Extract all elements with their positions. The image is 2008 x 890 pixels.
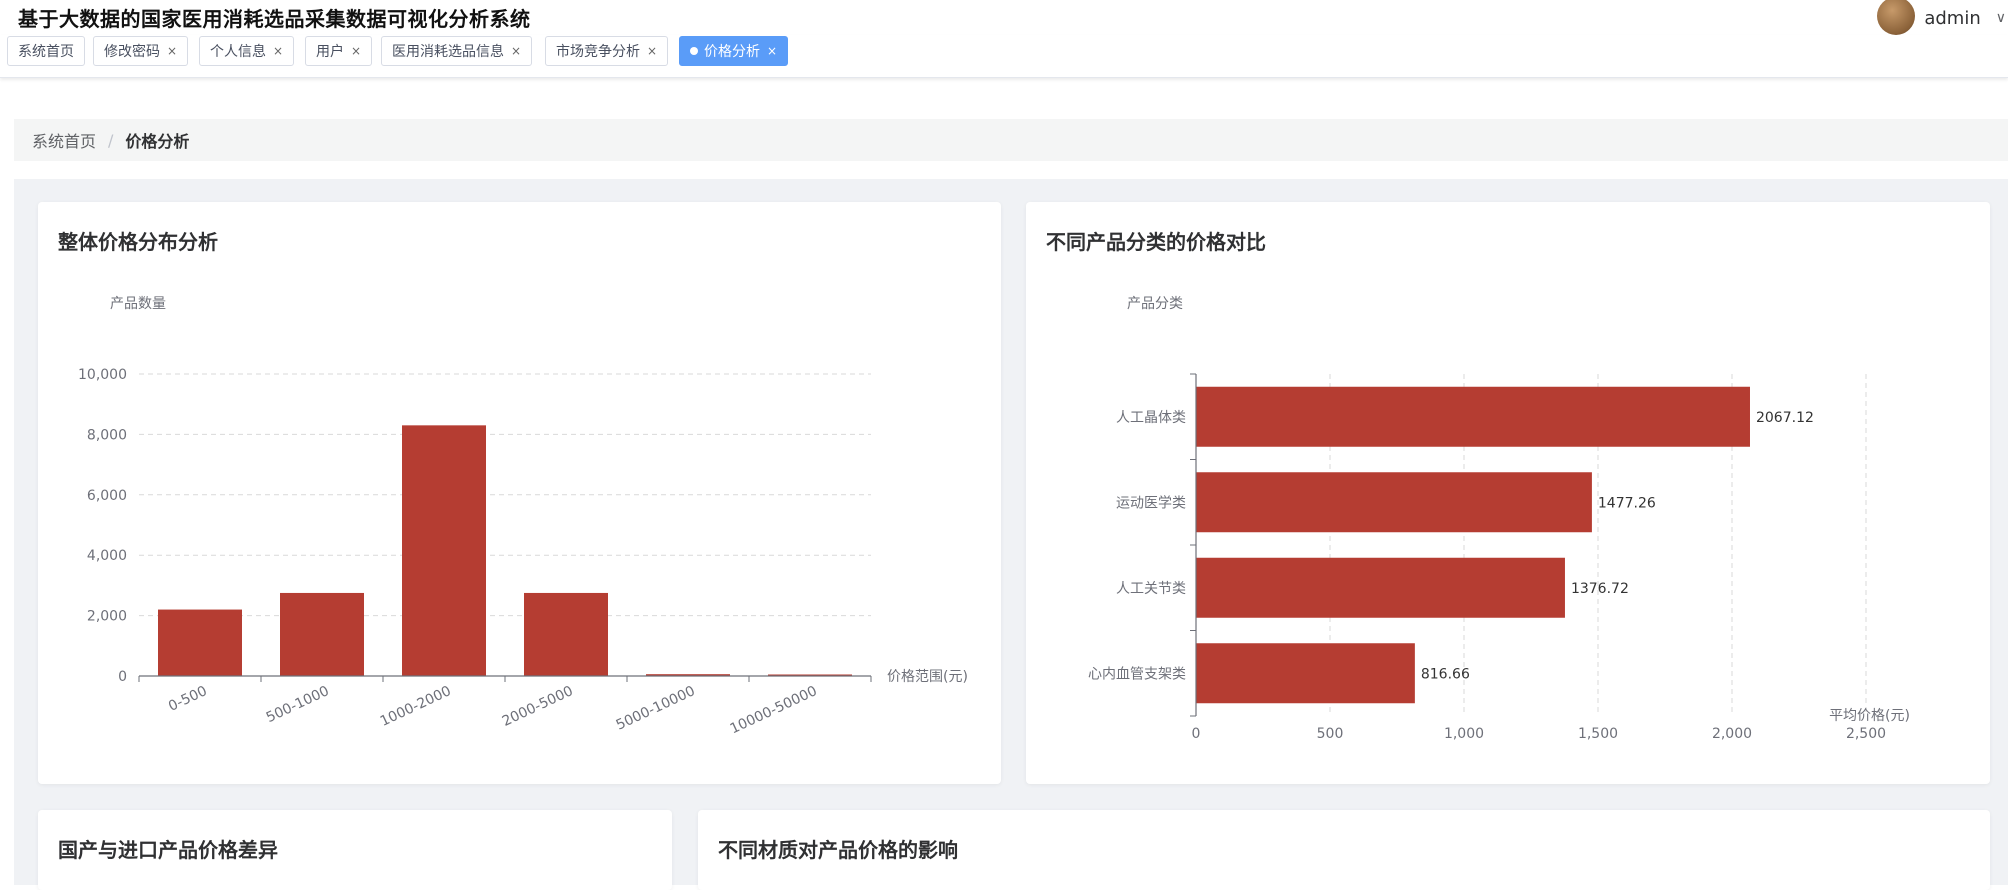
user-menu[interactable]: admin ∨ (1877, 0, 2008, 36)
tab-personal-info[interactable]: 个人信息 × (199, 36, 295, 66)
card-title: 国产与进口产品价格差异 (58, 838, 278, 862)
app-header: 基于大数据的国家医用消耗选品采集数据可视化分析系统 admin ∨ (0, 0, 2008, 36)
data-label: 1376.72 (1571, 581, 1629, 597)
x-tick-label: 500-1000 (264, 683, 332, 726)
breadcrumb-current: 价格分析 (125, 132, 190, 151)
x-tick-label: 0-500 (166, 683, 210, 715)
close-icon[interactable]: × (511, 44, 521, 58)
y-tick-label: 2,000 (87, 609, 127, 625)
y-tick-label: 心内血管支架类 (1088, 666, 1186, 682)
price-distribution-card: 整体价格分布分析 0 2,000 4,000 6,000 8,000 10,000 产品数量… (38, 202, 1001, 784)
x-axis-title: 平均价格(元) (1829, 708, 1910, 724)
username[interactable]: admin (1924, 8, 1980, 29)
breadcrumb-separator: / (108, 130, 114, 150)
x-tick-label: 0 (1192, 726, 1201, 742)
tab-price-analysis[interactable]: 价格分析 × (679, 36, 789, 66)
tab-label: 市场竞争分析 (556, 44, 640, 60)
tab-label: 系统首页 (18, 44, 74, 60)
breadcrumb-home[interactable]: 系统首页 (32, 128, 96, 152)
tab-home[interactable]: 系统首页 (7, 36, 85, 66)
tags-view: 系统首页 修改密码 × 个人信息 × 用户 × 医用消耗选品信息 × 市场竞争分… (0, 35, 2008, 78)
tab-product-info[interactable]: 医用消耗选品信息 × (381, 36, 533, 66)
x-tick-label: 2,500 (1846, 726, 1886, 742)
category-compare-chart: 0 500 1,000 1,500 2,000 2,500 平均价格(元) 产品分类人工晶体类… (1088, 296, 1910, 742)
x-tick-label: 500 (1317, 726, 1344, 742)
y-tick-label: 人工关节类 (1116, 581, 1186, 597)
y-tick-label: 8,000 (87, 427, 127, 443)
tab-label: 价格分析 (704, 44, 760, 60)
price-distribution-chart: 0 2,000 4,000 6,000 8,000 10,000 产品数量 0-500 500-… (78, 296, 968, 737)
bar (280, 592, 364, 676)
category-compare-card: 不同产品分类的价格对比 0 500 1,000 1,500 2,000 2,500 平均价格… (1026, 202, 1990, 784)
x-tick-label: 2,000 (1712, 726, 1752, 742)
app-title: 基于大数据的国家医用消耗选品采集数据可视化分析系统 (18, 7, 531, 31)
x-tick-label: 5000-10000 (614, 683, 698, 734)
y-tick-label: 运动医学类 (1116, 495, 1186, 511)
avatar[interactable] (1877, 0, 1916, 35)
y-tick-label: 人工晶体类 (1116, 410, 1186, 426)
bar (1196, 386, 1750, 447)
x-tick-label: 2000-5000 (500, 683, 576, 730)
close-icon[interactable]: × (767, 44, 777, 58)
y-axis-title: 产品分类 (1127, 296, 1183, 312)
domestic-import-card: 国产与进口产品价格差异 (38, 810, 672, 890)
active-dot-icon (690, 47, 698, 55)
y-tick-label: 4,000 (87, 548, 127, 564)
tab-label: 用户 (316, 44, 344, 60)
material-effect-card: 不同材质对产品价格的影响 (698, 810, 1990, 890)
breadcrumb: 系统首页 / 价格分析 (14, 119, 2008, 161)
y-tick-label: 10,000 (78, 367, 127, 383)
tab-label: 修改密码 (104, 44, 160, 60)
main-content: 整体价格分布分析 0 2,000 4,000 6,000 8,000 10,000 产品数量… (14, 179, 2008, 890)
chevron-down-icon[interactable]: ∨ (1996, 10, 2006, 26)
tab-label: 个人信息 (210, 44, 266, 60)
data-label: 816.66 (1421, 666, 1470, 682)
bar (1196, 643, 1415, 704)
x-tick-label: 1,500 (1578, 726, 1618, 742)
close-icon[interactable]: × (273, 44, 283, 58)
x-tick-label: 1,000 (1444, 726, 1484, 742)
bar (1196, 557, 1565, 618)
x-tick-label: 1000-2000 (378, 683, 454, 730)
x-axis-title: 价格范围(元) (887, 668, 968, 685)
card-title: 不同材质对产品价格的影响 (718, 838, 958, 862)
close-icon[interactable]: × (647, 44, 657, 58)
tab-market-analysis[interactable]: 市场竞争分析 × (545, 36, 669, 66)
bar (158, 609, 242, 676)
y-axis-title: 产品数量 (110, 296, 166, 312)
bar (1196, 472, 1592, 533)
close-icon[interactable]: × (351, 44, 361, 58)
y-tick-label: 0 (118, 669, 127, 685)
data-label: 1477.26 (1598, 495, 1656, 511)
tab-change-password[interactable]: 修改密码 × (93, 36, 189, 66)
bar (402, 425, 486, 676)
data-label: 2067.12 (1756, 410, 1814, 426)
bar (524, 592, 608, 676)
y-tick-label: 6,000 (87, 488, 127, 504)
close-icon[interactable]: × (167, 44, 177, 58)
x-tick-label: 10000-50000 (728, 683, 820, 737)
tab-label: 医用消耗选品信息 (392, 44, 504, 60)
tab-users[interactable]: 用户 × (305, 36, 373, 66)
